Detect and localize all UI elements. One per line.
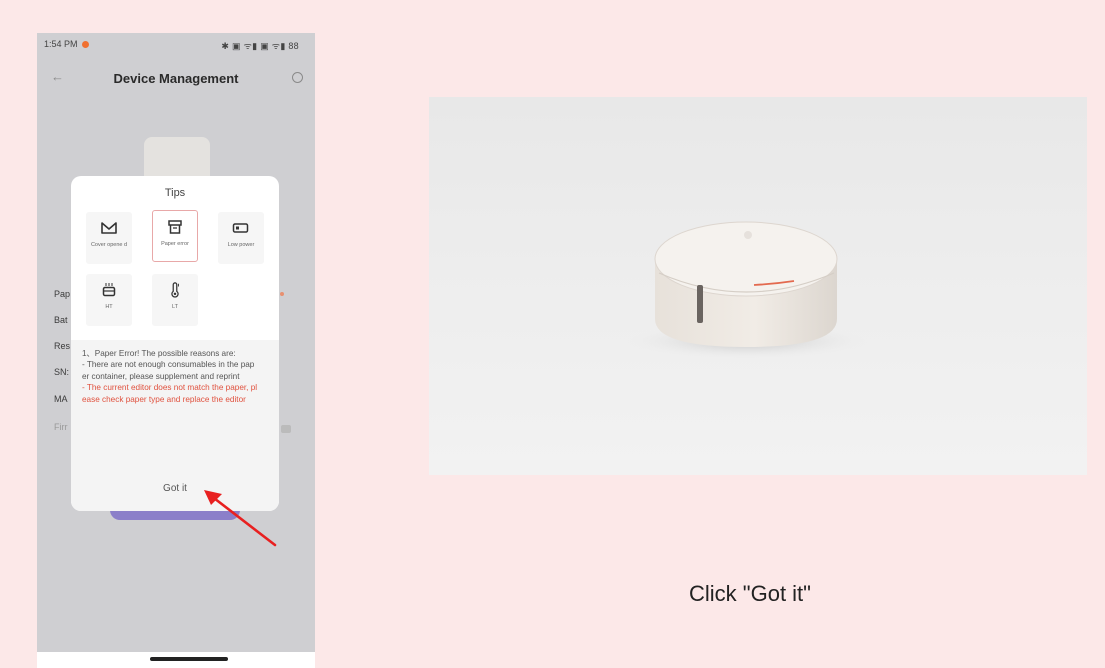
status-dot	[280, 292, 284, 296]
firmware-chevron	[281, 425, 291, 433]
tips-dialog: Tips Cover opene d Paper error Low power	[71, 176, 279, 511]
firmware-row-label: Firr	[54, 422, 68, 432]
status-time: 1:54 PM	[44, 39, 78, 49]
tip-label: Low power	[227, 242, 255, 248]
printer-photo	[429, 97, 1087, 475]
recording-icon	[82, 41, 90, 48]
status-icons: ✱ ▣ ᯤ▮ ▣ ᯤ▮ 88	[221, 41, 299, 51]
paper-row-label: Pap	[54, 289, 71, 299]
tip-paper-error[interactable]: Paper error	[152, 210, 198, 262]
pointer-arrow-icon	[204, 490, 277, 547]
tip-label: HT	[105, 304, 113, 310]
printer-device-image	[627, 221, 867, 359]
phone-screen: 1:54 PM ✱ ▣ ᯤ▮ ▣ ᯤ▮ 88 ← Device Manageme…	[37, 33, 315, 657]
tip-label: Cover opene d	[90, 242, 128, 248]
tip-high-temperature[interactable]: HT	[86, 274, 132, 326]
battery-row-label: Bat	[54, 315, 68, 325]
cover-open-icon	[101, 222, 117, 234]
tip-label: LT	[171, 304, 178, 310]
tip-low-temperature[interactable]: LT	[152, 274, 198, 326]
low-power-icon	[232, 223, 249, 233]
message-heading: 1、Paper Error! The possible reasons are:	[82, 349, 236, 358]
tip-label: Paper error	[161, 241, 189, 247]
message-editor-mismatch: - The current editor does not match the …	[82, 383, 258, 404]
page-title: Device Management	[113, 71, 239, 86]
status-bar: 1:54 PM ✱ ▣ ᯤ▮ ▣ ᯤ▮ 88	[37, 39, 315, 53]
sn-row-label: SN:	[54, 367, 70, 377]
home-indicator[interactable]	[150, 657, 228, 661]
dialog-title: Tips	[164, 187, 186, 199]
message-consumables: - There are not enough consumables in th…	[82, 360, 255, 381]
tips-message-panel: 1、Paper Error! The possible reasons are:…	[71, 340, 279, 511]
tip-low-power[interactable]: Low power	[218, 212, 264, 264]
tips-message: 1、Paper Error! The possible reasons are:…	[82, 348, 258, 405]
high-temperature-icon	[102, 283, 116, 297]
mac-row-label: MA	[54, 394, 68, 404]
navigation-bar: ← Device Management	[37, 67, 315, 91]
low-temperature-icon	[171, 282, 179, 298]
tip-cover-opened[interactable]: Cover opene d	[86, 212, 132, 264]
instruction-caption: Click "Got it"	[689, 581, 811, 606]
resolution-row-label: Res	[54, 341, 71, 351]
paper-error-icon	[168, 220, 182, 234]
settings-icon[interactable]	[292, 72, 303, 83]
